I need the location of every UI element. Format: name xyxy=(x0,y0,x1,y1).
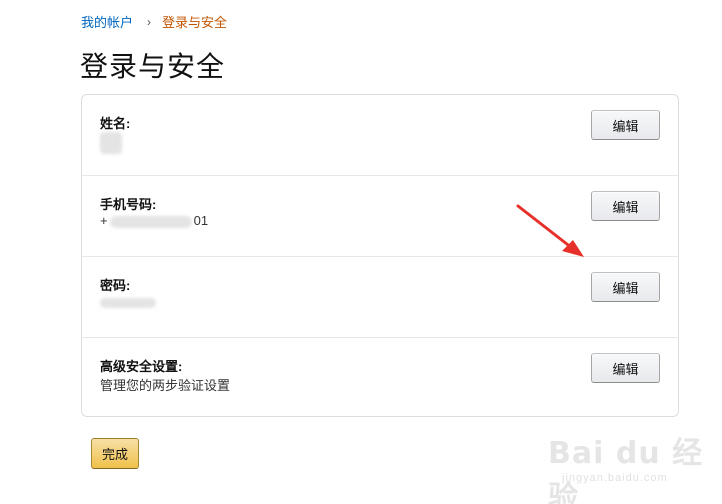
row-value-name xyxy=(100,132,122,154)
edit-phone-button[interactable]: 编辑 xyxy=(591,191,660,221)
edit-name-button[interactable]: 编辑 xyxy=(591,110,660,140)
edit-password-button[interactable]: 编辑 xyxy=(591,272,660,302)
watermark-main-text: Bai du 经验 xyxy=(548,436,704,504)
phone-suffix: 01 xyxy=(193,213,209,228)
row-label-advanced-security: 高级安全设置: xyxy=(100,359,183,374)
row-label-name: 姓名: xyxy=(100,116,131,131)
phone-prefix: + xyxy=(100,213,108,228)
login-security-page: 我的帐户 › 登录与安全 登录与安全 姓名: 编辑 手机号码: +01 编辑 密… xyxy=(0,0,722,504)
red-arrow-annotation xyxy=(516,204,584,257)
settings-row-advanced-security: 高级安全设置: 管理您的两步验证设置 编辑 xyxy=(82,338,678,419)
arrow-shaft xyxy=(516,204,574,250)
settings-row-name: 姓名: 编辑 xyxy=(82,95,678,176)
redacted-phone xyxy=(109,215,192,228)
breadcrumb: 我的帐户 › 登录与安全 xyxy=(81,12,227,31)
edit-advanced-security-button[interactable]: 编辑 xyxy=(591,353,660,383)
page-title: 登录与安全 xyxy=(80,51,226,82)
watermark-sub-text: jingyan.baidu.com xyxy=(562,472,668,484)
baidu-watermark: Bai du 经验 jingyan.baidu.com xyxy=(548,420,718,504)
settings-row-password: 密码: 编辑 xyxy=(82,257,678,338)
row-label-password: 密码: xyxy=(100,278,131,293)
redacted-name xyxy=(100,132,122,154)
row-value-phone: +01 xyxy=(100,213,208,228)
row-label-phone: 手机号码: xyxy=(100,197,157,212)
redacted-password xyxy=(100,297,156,308)
breadcrumb-my-account-link[interactable]: 我的帐户 xyxy=(81,12,133,31)
row-value-advanced-security: 管理您的两步验证设置 xyxy=(100,378,231,393)
row-value-password xyxy=(100,294,156,309)
breadcrumb-current: 登录与安全 xyxy=(162,15,228,30)
breadcrumb-separator: › xyxy=(147,14,152,29)
done-button[interactable]: 完成 xyxy=(91,438,139,469)
